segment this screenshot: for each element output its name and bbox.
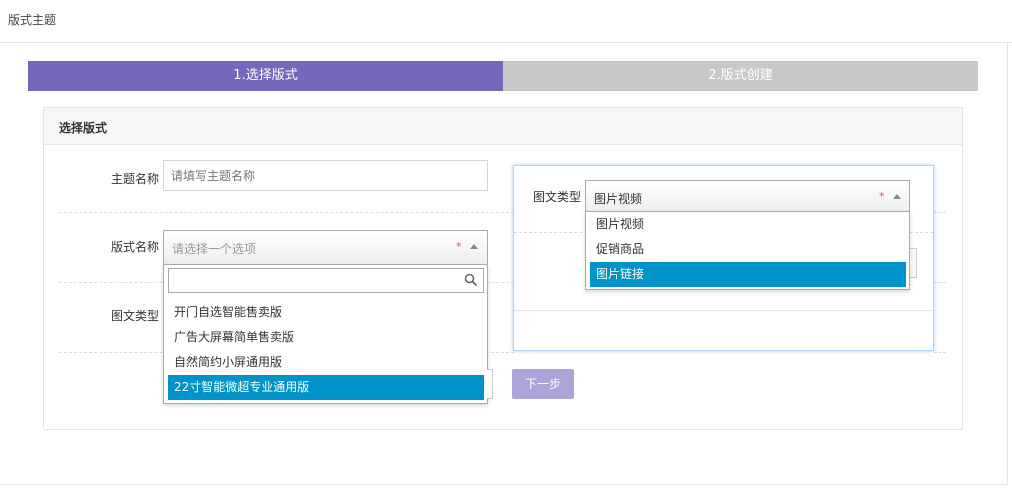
theme-name-input[interactable]: [163, 160, 488, 191]
row-divider: [59, 212, 514, 213]
dropdown-search-box[interactable]: [168, 268, 484, 293]
media-type-option[interactable]: 促销商品: [590, 237, 906, 262]
modal-media-type-label: 图文类型: [533, 190, 582, 204]
layout-name-placeholder: 请选择一个选项: [172, 242, 257, 256]
step-create-layout[interactable]: 2.版式创建: [503, 61, 978, 91]
panel-header: [44, 108, 962, 145]
layout-option-highlighted[interactable]: 22寸智能微超专业通用版: [168, 375, 484, 400]
layout-name-label: 版式名称: [111, 240, 160, 254]
required-mark: *: [879, 190, 885, 203]
next-button[interactable]: 下一步: [512, 369, 574, 399]
row-divider: [934, 352, 946, 353]
hidden-button-edge: [487, 369, 493, 399]
layout-name-select[interactable]: 请选择一个选项 *: [163, 230, 488, 264]
modal-media-type-dropdown: 图片视频 促销商品 图片链接: [585, 211, 910, 290]
media-type-option-highlighted[interactable]: 图片链接: [590, 262, 906, 287]
page-title: 版式主题: [8, 13, 57, 27]
chevron-up-icon[interactable]: [893, 194, 901, 199]
dropdown-search-input[interactable]: [169, 269, 457, 292]
theme-name-label: 主题名称: [111, 172, 160, 186]
row-divider: [934, 282, 946, 283]
modal-footer-divider: [514, 310, 933, 311]
row-divider: [934, 212, 946, 213]
media-type-label: 图文类型: [111, 309, 160, 323]
modal-media-type-select[interactable]: 图片视频 *: [585, 180, 910, 213]
layout-option[interactable]: 广告大屏幕简单售卖版: [168, 325, 484, 350]
layout-name-dropdown: 开门自选智能售卖版 广告大屏幕简单售卖版 自然简约小屏通用版 22寸智能微超专业…: [163, 264, 488, 404]
layout-option[interactable]: 自然简约小屏通用版: [168, 350, 484, 375]
search-icon[interactable]: [464, 273, 478, 290]
step-select-layout[interactable]: 1.选择版式: [28, 61, 503, 91]
chevron-up-icon[interactable]: [470, 244, 478, 249]
modal-select-value: 图片视频: [594, 192, 643, 206]
media-type-option[interactable]: 图片视频: [590, 212, 906, 237]
required-mark: *: [456, 240, 462, 253]
layout-option[interactable]: 开门自选智能售卖版: [168, 300, 484, 325]
panel-title: 选择版式: [59, 121, 108, 135]
